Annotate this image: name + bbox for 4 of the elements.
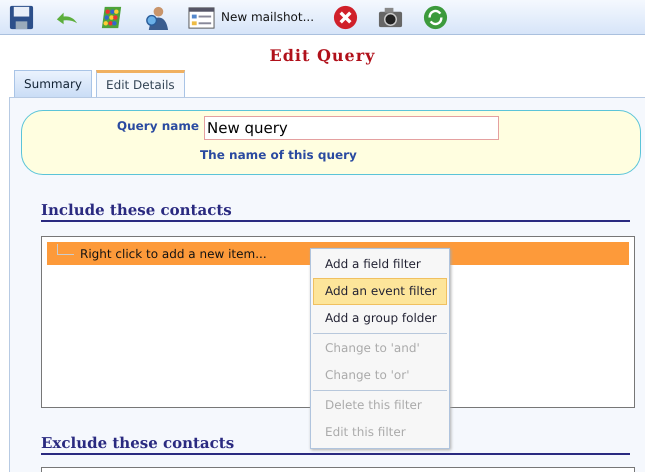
section-heading: Include these contacts — [41, 201, 630, 222]
page-title: Edit Query — [268, 46, 376, 67]
query-name-hint: The name of this query — [200, 148, 358, 162]
query-name-label: Query name — [116, 118, 199, 135]
